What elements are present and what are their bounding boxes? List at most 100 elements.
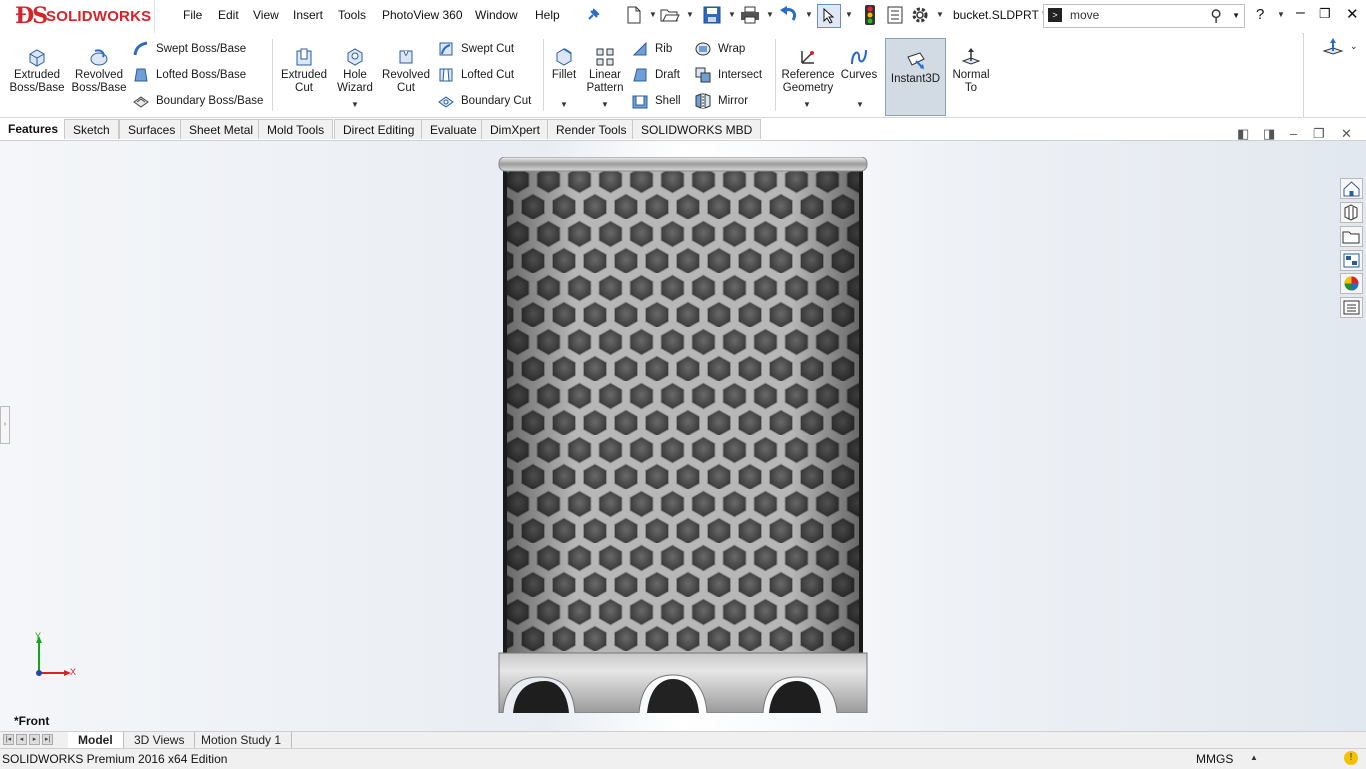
tab-sketch[interactable]: Sketch bbox=[64, 119, 119, 139]
search-commands-input[interactable]: > move ⚲ ▼ bbox=[1043, 4, 1245, 28]
extruded-cut-button[interactable]: Extruded Cut bbox=[278, 43, 330, 95]
file-properties-icon[interactable] bbox=[885, 5, 905, 25]
chevron-down-icon[interactable]: ▼ bbox=[1232, 11, 1240, 20]
curves-button[interactable]: Curves bbox=[840, 43, 878, 82]
menu-tools[interactable]: Tools bbox=[338, 8, 366, 22]
swept-cut-button[interactable]: Swept Cut bbox=[437, 40, 514, 58]
hole-wizard-button[interactable]: Hole Wizard bbox=[334, 43, 376, 95]
chevron-down-icon[interactable]: ▼ bbox=[845, 10, 853, 19]
chevron-down-icon[interactable]: ⌄ bbox=[1350, 41, 1358, 52]
menu-view[interactable]: View bbox=[253, 8, 279, 22]
chevron-up-icon[interactable]: ▲ bbox=[1250, 753, 1258, 762]
menu-window[interactable]: Window bbox=[475, 8, 518, 22]
viewport-minimize-icon[interactable]: – bbox=[1290, 126, 1297, 141]
tab-3d-views[interactable]: 3D Views bbox=[124, 732, 196, 748]
chevron-down-icon[interactable]: ▼ bbox=[601, 100, 609, 109]
notification-icon[interactable]: ! bbox=[1344, 751, 1358, 765]
boundary-cut-button[interactable]: Boundary Cut bbox=[437, 92, 531, 110]
save-icon[interactable] bbox=[702, 5, 722, 25]
open-folder-icon[interactable] bbox=[660, 5, 680, 25]
draft-button[interactable]: Draft bbox=[631, 66, 680, 84]
normal-to-button[interactable]: Normal To bbox=[948, 43, 994, 95]
first-tab-icon[interactable]: |◂ bbox=[3, 734, 14, 745]
intersect-button[interactable]: Intersect bbox=[694, 66, 762, 84]
gear-icon[interactable] bbox=[910, 5, 930, 25]
chevron-down-icon[interactable]: ▼ bbox=[649, 10, 657, 19]
chevron-down-icon[interactable]: ▼ bbox=[1277, 10, 1285, 19]
chevron-down-icon[interactable]: ▼ bbox=[856, 100, 864, 109]
fillet-button[interactable]: Fillet bbox=[548, 43, 580, 82]
tab-sheet-metal[interactable]: Sheet Metal bbox=[180, 119, 263, 139]
file-explorer-icon[interactable] bbox=[1340, 226, 1363, 247]
tab-render-tools[interactable]: Render Tools bbox=[547, 119, 636, 139]
tile-left-icon[interactable]: ◧ bbox=[1237, 126, 1249, 142]
instant3d-button[interactable]: Instant3D bbox=[885, 38, 946, 116]
revolved-cut-button[interactable]: Revolved Cut bbox=[380, 43, 432, 95]
tab-mold-tools[interactable]: Mold Tools bbox=[258, 119, 334, 139]
chevron-down-icon[interactable]: ▼ bbox=[351, 100, 359, 109]
lofted-cut-button[interactable]: Lofted Cut bbox=[437, 66, 514, 84]
new-document-icon[interactable] bbox=[624, 5, 644, 25]
linear-pattern-button[interactable]: Linear Pattern bbox=[584, 43, 626, 95]
chevron-down-icon[interactable]: ▼ bbox=[560, 100, 568, 109]
units-selector[interactable]: MMGS bbox=[1196, 752, 1233, 766]
tab-evaluate[interactable]: Evaluate bbox=[421, 119, 486, 139]
print-icon[interactable] bbox=[740, 5, 760, 25]
traffic-light-icon[interactable] bbox=[860, 5, 880, 25]
rib-button[interactable]: Rib bbox=[631, 40, 672, 58]
menu-photoview[interactable]: PhotoView 360 bbox=[382, 8, 463, 22]
minimize-icon[interactable]: – bbox=[1296, 4, 1305, 22]
graphics-area[interactable]: Y X *Front › bbox=[0, 141, 1366, 731]
next-tab-icon[interactable]: ▸ bbox=[29, 734, 40, 745]
chevron-down-icon[interactable]: ▼ bbox=[728, 10, 736, 19]
viewport-close-icon[interactable]: ✕ bbox=[1341, 126, 1352, 142]
menu-insert[interactable]: Insert bbox=[293, 8, 323, 22]
tab-features[interactable]: Features bbox=[0, 119, 67, 139]
mirror-button[interactable]: Mirror bbox=[694, 92, 748, 110]
home-icon[interactable] bbox=[1340, 178, 1363, 199]
normal-to-small-icon[interactable] bbox=[1322, 37, 1344, 57]
hole-wizard-label: Hole Wizard bbox=[337, 69, 373, 94]
chevron-down-icon[interactable]: ▼ bbox=[766, 10, 774, 19]
help-icon[interactable]: ? bbox=[1256, 6, 1264, 23]
last-tab-icon[interactable]: ▸| bbox=[42, 734, 53, 745]
design-library-icon[interactable] bbox=[1340, 202, 1363, 223]
extruded-boss-button[interactable]: Extruded Boss/Base bbox=[8, 43, 66, 95]
menu-help[interactable]: Help bbox=[535, 8, 560, 22]
pin-icon[interactable] bbox=[583, 5, 603, 25]
reference-geometry-button[interactable]: Reference Geometry bbox=[779, 43, 837, 95]
panel-collapse-handle[interactable]: › bbox=[0, 406, 10, 444]
bucket-model[interactable] bbox=[497, 157, 869, 713]
undo-icon[interactable] bbox=[779, 5, 799, 25]
tab-solidworks-mbd[interactable]: SOLIDWORKS MBD bbox=[632, 119, 762, 139]
tab-motion-study-1[interactable]: Motion Study 1 bbox=[191, 732, 293, 748]
tab-model[interactable]: Model bbox=[68, 732, 124, 748]
chevron-down-icon[interactable]: ▼ bbox=[686, 10, 694, 19]
solidworks-logo[interactable]: ƉS SOLIDWORKS bbox=[0, 0, 155, 33]
search-icon[interactable]: ⚲ bbox=[1210, 6, 1222, 26]
tile-right-icon[interactable]: ◨ bbox=[1263, 126, 1275, 142]
tab-direct-editing[interactable]: Direct Editing bbox=[334, 119, 424, 139]
view-palette-icon[interactable] bbox=[1340, 250, 1363, 271]
swept-boss-button[interactable]: Swept Boss/Base bbox=[132, 40, 246, 58]
chevron-down-icon[interactable]: ▼ bbox=[805, 10, 813, 19]
chevron-down-icon[interactable]: ▼ bbox=[803, 100, 811, 109]
lofted-boss-button[interactable]: Lofted Boss/Base bbox=[132, 66, 246, 84]
menu-edit[interactable]: Edit bbox=[218, 8, 239, 22]
tab-dimxpert[interactable]: DimXpert bbox=[481, 119, 550, 139]
appearances-icon[interactable] bbox=[1340, 273, 1363, 294]
select-arrow-icon[interactable] bbox=[817, 4, 841, 28]
menu-file[interactable]: File bbox=[183, 8, 202, 22]
tab-surfaces[interactable]: Surfaces bbox=[119, 119, 185, 139]
restore-icon[interactable]: ❐ bbox=[1319, 6, 1331, 22]
close-icon[interactable]: ✕ bbox=[1346, 5, 1359, 23]
wrap-button[interactable]: Wrap bbox=[694, 40, 745, 58]
chevron-down-icon[interactable]: ▼ bbox=[936, 10, 944, 19]
status-edition: SOLIDWORKS Premium 2016 x64 Edition bbox=[2, 752, 228, 766]
shell-button[interactable]: Shell bbox=[631, 92, 681, 110]
custom-properties-icon[interactable] bbox=[1340, 297, 1363, 318]
previous-tab-icon[interactable]: ◂ bbox=[16, 734, 27, 745]
revolved-boss-button[interactable]: Revolved Boss/Base bbox=[70, 43, 128, 95]
boundary-boss-button[interactable]: Boundary Boss/Base bbox=[132, 92, 263, 110]
viewport-restore-icon[interactable]: ❐ bbox=[1313, 126, 1325, 142]
